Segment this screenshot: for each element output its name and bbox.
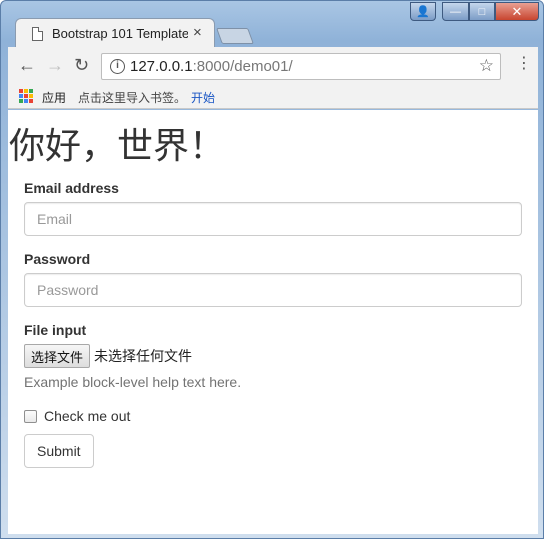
file-status: 未选择任何文件 <box>94 348 193 364</box>
apps-grid-dot <box>19 94 23 98</box>
close-tab-icon[interactable]: × <box>193 24 202 42</box>
bookmark-star-icon[interactable]: ☆ <box>479 56 494 76</box>
file-group: File input 选择文件 未选择任何文件 Example block-le… <box>24 322 522 390</box>
file-help-text: Example block-level help text here. <box>24 374 242 390</box>
browser-tab[interactable]: Bootstrap 101 Template × <box>15 18 215 48</box>
bookmark-apps[interactable]: 应用 <box>42 89 66 106</box>
tab-title: Bootstrap 101 Template <box>52 26 188 41</box>
apps-grid-dot <box>29 89 33 93</box>
reload-icon[interactable]: ↻ <box>74 55 89 75</box>
password-label: Password <box>24 251 91 267</box>
address-bar[interactable]: i 127.0.0.1:8000/demo01/ ☆ <box>101 53 501 80</box>
checkbox-row: Check me out <box>24 408 522 424</box>
back-icon[interactable]: ← <box>18 55 36 75</box>
forward-icon[interactable]: → <box>46 55 64 75</box>
page-title: 你好，世界！ <box>9 126 226 167</box>
email-group: Email address <box>24 180 522 236</box>
url-host: 127.0.0.1 <box>130 58 193 75</box>
browser-menu-icon[interactable]: ⋮ <box>516 55 532 73</box>
submit-button[interactable]: Submit <box>24 434 94 468</box>
apps-grid-dot <box>24 94 28 98</box>
choose-file-button[interactable]: 选择文件 <box>24 344 91 368</box>
apps-grid-dot <box>29 94 33 98</box>
close-window-button[interactable]: ✕ <box>495 2 539 21</box>
password-group: Password <box>24 251 522 307</box>
file-input: 选择文件 未选择任何文件 <box>24 344 522 368</box>
apps-grid-dot <box>24 89 28 93</box>
page-viewport: 你好，世界！ Email address Password File input… <box>8 110 538 534</box>
checkbox-label[interactable]: Check me out <box>44 408 130 424</box>
url-path: :8000/demo01/ <box>192 58 293 75</box>
apps-grid-icon[interactable] <box>19 89 33 103</box>
email-field[interactable] <box>24 202 522 236</box>
page-icon <box>32 27 43 41</box>
apps-grid-dot <box>24 99 28 103</box>
check-me-out-checkbox[interactable] <box>24 409 37 423</box>
bookmarks-bar: 应用 点击这里导入书签。 开始 <box>8 85 538 109</box>
site-info-icon[interactable]: i <box>110 59 125 74</box>
minimize-button[interactable]: — <box>442 2 469 21</box>
password-field[interactable] <box>24 273 522 307</box>
user-icon[interactable]: 👤 <box>410 2 436 21</box>
bookmarks-import-hint: 点击这里导入书签。 <box>78 91 187 105</box>
signup-form: Email address Password File input 选择文件 未… <box>24 180 522 468</box>
email-label: Email address <box>24 180 119 196</box>
file-label: File input <box>24 322 87 338</box>
window-controls: 👤 — □ ✕ <box>410 2 539 21</box>
bookmarks-start-link[interactable]: 开始 <box>191 89 215 106</box>
apps-grid-dot <box>19 99 23 103</box>
maximize-button[interactable]: □ <box>469 2 495 21</box>
browser-window: Bootstrap 101 Template × 👤 — □ ✕ ← → ↻ i… <box>0 0 544 539</box>
apps-grid-dot <box>19 89 23 93</box>
browser-toolbar: ← → ↻ i 127.0.0.1:8000/demo01/ ☆ ⋮ <box>8 47 538 85</box>
apps-grid-dot <box>29 99 33 103</box>
url-text[interactable]: 127.0.0.1:8000/demo01/ <box>130 58 293 75</box>
new-tab-button[interactable] <box>216 28 254 44</box>
tab-strip: Bootstrap 101 Template × 👤 — □ ✕ <box>1 1 544 48</box>
